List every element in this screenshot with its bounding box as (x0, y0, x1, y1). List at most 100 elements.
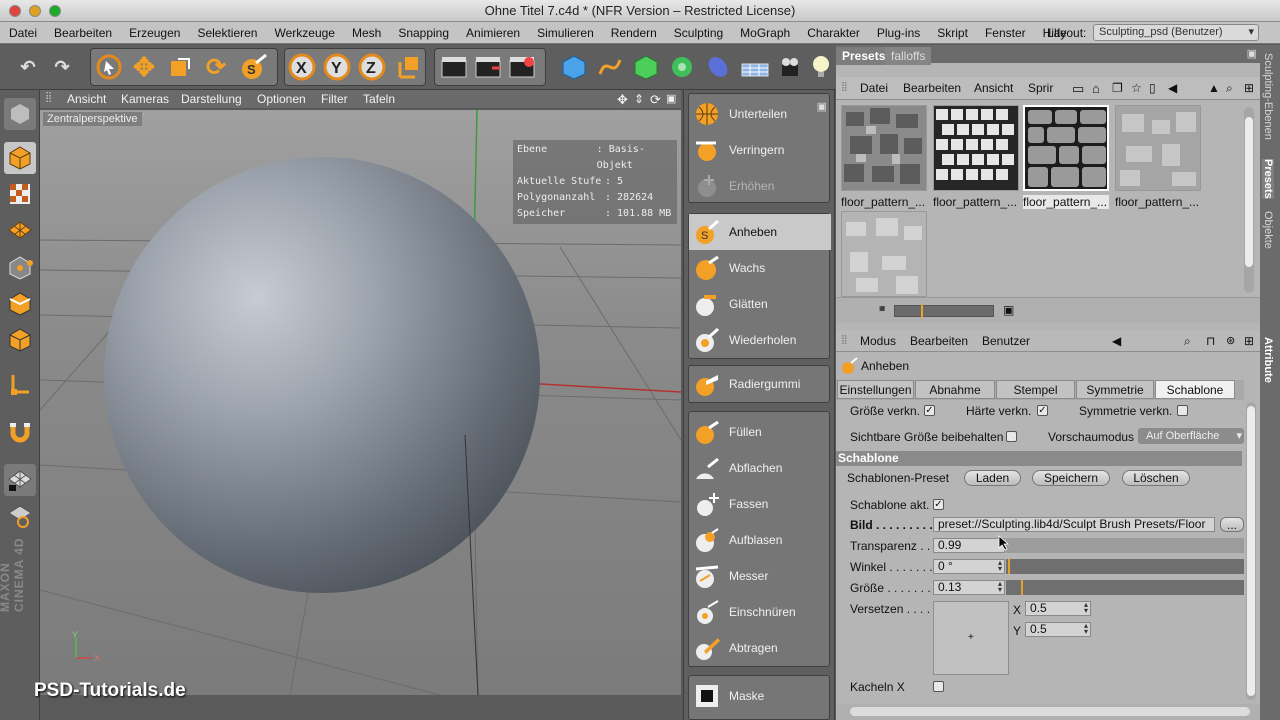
viewport-menu-tafeln[interactable]: Tafeln (363, 92, 395, 106)
side-tab-attributes[interactable]: Attribute (1262, 337, 1274, 383)
menu-plugins[interactable]: Plug-ins (868, 26, 928, 40)
x-axis-lock-icon[interactable]: X (286, 50, 318, 84)
stepper-icon[interactable]: ▴ ▾ (998, 580, 1002, 594)
tab-symmetrie[interactable]: Symmetrie (1076, 380, 1154, 399)
menu-charakter[interactable]: Charakter (798, 26, 868, 40)
add-icon[interactable]: ⊞ (1244, 81, 1254, 95)
scale-icon[interactable] (164, 50, 196, 84)
workplane-snap-icon[interactable] (4, 500, 36, 532)
tab-stempel[interactable]: Stempel (996, 380, 1075, 399)
brush-unterteilen[interactable]: Unterteilen ▣ (689, 96, 831, 132)
brush-abflachen[interactable]: Abflachen (689, 450, 831, 486)
viewport-zoom-icon[interactable]: ⇕ (634, 92, 644, 106)
brush-einschnueren[interactable]: Einschnüren (689, 594, 831, 630)
layout-select[interactable]: Sculpting_psd (Benutzer) ▾ (1093, 24, 1259, 41)
slider-handle[interactable] (1021, 580, 1023, 595)
load-button[interactable]: Laden (964, 470, 1021, 486)
viewport-move-icon[interactable]: ✥ (617, 92, 628, 108)
presets-scrollbar[interactable] (1244, 107, 1254, 293)
snap-magnet-icon[interactable] (4, 416, 36, 448)
nurbs-icon[interactable] (630, 50, 662, 84)
search-icon[interactable]: ⌕ (1184, 334, 1191, 349)
presets-menu-bearbeiten[interactable]: Bearbeiten (903, 81, 961, 95)
move-select-tool-icon[interactable] (93, 50, 125, 84)
home-icon[interactable]: ⌂ (1092, 81, 1100, 96)
keep-visible-size-checkbox[interactable] (1006, 431, 1017, 442)
menu-simulieren[interactable]: Simulieren (528, 26, 602, 40)
slider-handle[interactable] (1008, 559, 1010, 574)
book-icon[interactable]: ▯ (1149, 81, 1156, 95)
axis-mode-icon[interactable] (4, 368, 36, 400)
undo-icon[interactable]: ↶ (12, 50, 44, 84)
menu-werkzeuge[interactable]: Werkzeuge (265, 26, 342, 40)
viewport-menu-ansicht[interactable]: Ansicht (67, 92, 106, 106)
stepper-icon[interactable]: ▴ ▾ (1084, 601, 1088, 615)
sculpt-tool-icon[interactable]: S (238, 50, 270, 84)
stepper-icon[interactable]: ▴ ▾ (1084, 622, 1088, 636)
menu-snapping[interactable]: Snapping (389, 26, 457, 40)
render-view-icon[interactable] (438, 50, 470, 84)
folder-icon[interactable]: ▭ (1072, 81, 1084, 97)
menu-animieren[interactable]: Animieren (457, 26, 528, 40)
brush-abtragen[interactable]: Abtragen (689, 630, 831, 666)
light-icon[interactable] (810, 50, 832, 84)
brush-fuellen[interactable]: Füllen (689, 414, 831, 450)
link-icon[interactable]: ⊛ (1226, 334, 1235, 347)
size-link-checkbox[interactable]: ✓ (924, 405, 935, 416)
close-window-button[interactable] (9, 5, 21, 17)
offset-x-field[interactable]: 0.5 ▴ ▾ (1025, 601, 1091, 616)
3d-viewport[interactable]: Zentralperspektive Ebene: Basis-Objekt A… (40, 110, 681, 695)
image-path-field[interactable]: preset://Sculpting.lib4d/Sculpt Brush Pr… (933, 517, 1215, 532)
brush-messer[interactable]: Messer (689, 558, 831, 594)
coordinate-system-icon[interactable] (392, 50, 424, 84)
angle-slider[interactable] (1006, 559, 1244, 574)
offset-y-field[interactable]: 0.5 ▴ ▾ (1025, 622, 1091, 637)
preview-mode-select[interactable]: Auf Oberfläche ▾ (1138, 428, 1244, 444)
menu-bearbeiten[interactable]: Bearbeiten (45, 26, 120, 40)
array-icon[interactable] (666, 50, 698, 84)
deformer-icon[interactable] (702, 50, 734, 84)
locked-workplane-icon[interactable] (4, 464, 36, 496)
polygon-mode-icon[interactable] (4, 324, 36, 356)
tab-einstellungen[interactable]: Einstellungen (837, 380, 914, 399)
menu-selektieren[interactable]: Selektieren (188, 26, 265, 40)
brush-aufblasen[interactable]: Aufblasen (689, 522, 831, 558)
sculpt-sphere[interactable] (104, 157, 540, 593)
attr-menu-benutzer[interactable]: Benutzer (982, 334, 1030, 348)
presets-menu-ansicht[interactable]: Ansicht (974, 81, 1013, 95)
menu-datei[interactable]: Datei (0, 26, 45, 40)
panel-menu-icon[interactable]: ▣ (817, 100, 827, 113)
brush-glaetten[interactable]: Glätten (689, 286, 831, 322)
brush-maske[interactable]: Maske (689, 678, 831, 714)
menu-erzeugen[interactable]: Erzeugen (120, 26, 188, 40)
panel-menu-icon[interactable]: ▣ (1247, 47, 1257, 60)
move-icon[interactable]: ✥ (128, 50, 160, 84)
viewport-menu-filter[interactable]: Filter (321, 92, 348, 106)
brush-anheben[interactable]: S Anheben (689, 214, 831, 250)
menu-mograph[interactable]: MoGraph (731, 26, 798, 40)
transparency-field[interactable]: 0.99 (933, 538, 1005, 553)
edge-mode-icon[interactable] (4, 288, 36, 320)
thumbnail-size-slider[interactable] (894, 304, 994, 318)
search-icon[interactable]: ⌕ (1226, 81, 1233, 96)
z-axis-lock-icon[interactable]: Z (356, 50, 388, 84)
save-button[interactable]: Speichern (1032, 470, 1110, 486)
menu-mesh[interactable]: Mesh (343, 26, 389, 40)
brush-wiederholen[interactable]: Wiederholen (689, 322, 831, 358)
redo-icon[interactable]: ↷ (46, 50, 78, 84)
hardness-link-checkbox[interactable]: ✓ (1037, 405, 1048, 416)
tab-falloffs[interactable]: falloffs (885, 47, 932, 65)
side-tab-sculpting-layers[interactable]: Sculpting-Ebenen (1262, 53, 1274, 140)
rotate-icon[interactable]: ⟳ (200, 50, 232, 84)
delete-button[interactable]: Löschen (1122, 470, 1190, 486)
size-slider[interactable] (1006, 580, 1244, 595)
minimize-window-button[interactable] (29, 5, 41, 17)
preset-thumbnail[interactable]: floor_pattern_... (1115, 105, 1202, 209)
viewport-menu-kameras[interactable]: Kameras (121, 92, 169, 106)
menu-fenster[interactable]: Fenster (976, 26, 1034, 40)
preset-thumbnail[interactable]: floor_pattern_... (933, 105, 1020, 209)
tab-schablone[interactable]: Schablone (1155, 380, 1235, 399)
section-header[interactable]: Schablone (836, 451, 1242, 466)
viewport-menu-optionen[interactable]: Optionen (257, 92, 306, 106)
offset-pad[interactable]: + (933, 601, 1009, 675)
